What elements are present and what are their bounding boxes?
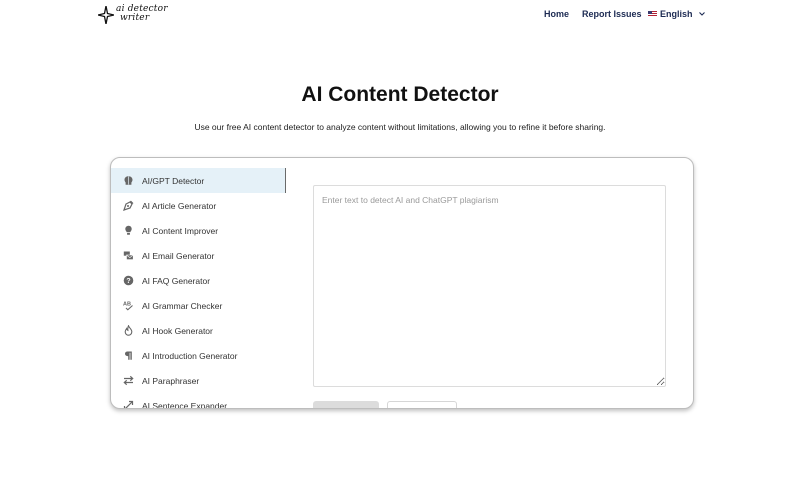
sidebar-item-ai-grammar-checker[interactable]: AB AI Grammar Checker bbox=[111, 293, 286, 318]
sidebar-item-ai-faq-generator[interactable]: ? AI FAQ Generator bbox=[111, 268, 286, 293]
sidebar-item-label: AI Grammar Checker bbox=[142, 300, 223, 311]
us-flag-icon bbox=[648, 11, 657, 17]
sidebar-item-label: AI Email Generator bbox=[142, 250, 215, 261]
logo-text-line2: writer bbox=[120, 13, 150, 23]
sidebar-item-ai-gpt-detector[interactable]: AI/GPT Detector bbox=[111, 168, 286, 193]
site-header: ai detector writer Home Report Issues En… bbox=[0, 0, 800, 30]
sidebar-item-ai-hook-generator[interactable]: AI Hook Generator bbox=[111, 318, 286, 343]
detect-button[interactable] bbox=[313, 401, 379, 408]
language-label: English bbox=[660, 9, 693, 19]
sidebar-item-ai-sentence-expander[interactable]: AI Sentence Expander bbox=[111, 393, 286, 409]
sidebar-item-ai-introduction-generator[interactable]: AI Introduction Generator bbox=[111, 343, 286, 368]
nav-report-issues-link[interactable]: Report Issues bbox=[582, 9, 642, 19]
page-title: AI Content Detector bbox=[301, 83, 499, 106]
pen-nib-icon bbox=[123, 200, 134, 211]
language-selector[interactable]: English bbox=[648, 9, 706, 19]
sidebar-item-label: AI FAQ Generator bbox=[142, 275, 211, 286]
sparkle-icon bbox=[98, 6, 114, 24]
content-input[interactable] bbox=[313, 185, 666, 387]
sidebar-item-label: AI Paraphraser bbox=[142, 375, 200, 386]
lightbulb-icon bbox=[123, 225, 134, 236]
svg-text:?: ? bbox=[126, 278, 130, 285]
paragraph-icon bbox=[123, 350, 134, 361]
site-logo[interactable]: ai detector writer bbox=[98, 4, 170, 26]
exchange-arrows-icon bbox=[123, 375, 134, 386]
sidebar-item-label: AI/GPT Detector bbox=[142, 175, 205, 186]
nav-home-link[interactable]: Home bbox=[544, 9, 569, 19]
sidebar-item-ai-email-generator[interactable]: AI Email Generator bbox=[111, 243, 286, 268]
spell-check-icon: AB bbox=[123, 300, 134, 311]
sidebar-item-label: AI Content Improver bbox=[142, 225, 219, 236]
sidebar-item-label: AI Hook Generator bbox=[142, 325, 213, 336]
brain-icon bbox=[123, 175, 134, 186]
sidebar-item-label: AI Article Generator bbox=[142, 200, 217, 211]
fire-icon bbox=[123, 325, 134, 336]
sidebar-item-label: AI Introduction Generator bbox=[142, 350, 238, 361]
mail-bulk-icon bbox=[123, 250, 134, 261]
sidebar-item-label: AI Sentence Expander bbox=[142, 400, 228, 409]
secondary-action-button[interactable] bbox=[387, 401, 457, 408]
question-circle-icon: ? bbox=[123, 275, 134, 286]
sidebar-item-ai-content-improver[interactable]: AI Content Improver bbox=[111, 218, 286, 243]
svg-text:AB: AB bbox=[123, 302, 131, 308]
expand-icon bbox=[123, 400, 134, 408]
tool-sidebar: AI/GPT Detector AI Article Generator AI … bbox=[111, 168, 286, 409]
sidebar-item-ai-article-generator[interactable]: AI Article Generator bbox=[111, 193, 286, 218]
sidebar-item-ai-paraphraser[interactable]: AI Paraphraser bbox=[111, 368, 286, 393]
tool-card: AI/GPT Detector AI Article Generator AI … bbox=[110, 157, 694, 409]
chevron-down-icon bbox=[698, 12, 705, 16]
page-subtitle: Use our free AI content detector to anal… bbox=[194, 122, 606, 132]
